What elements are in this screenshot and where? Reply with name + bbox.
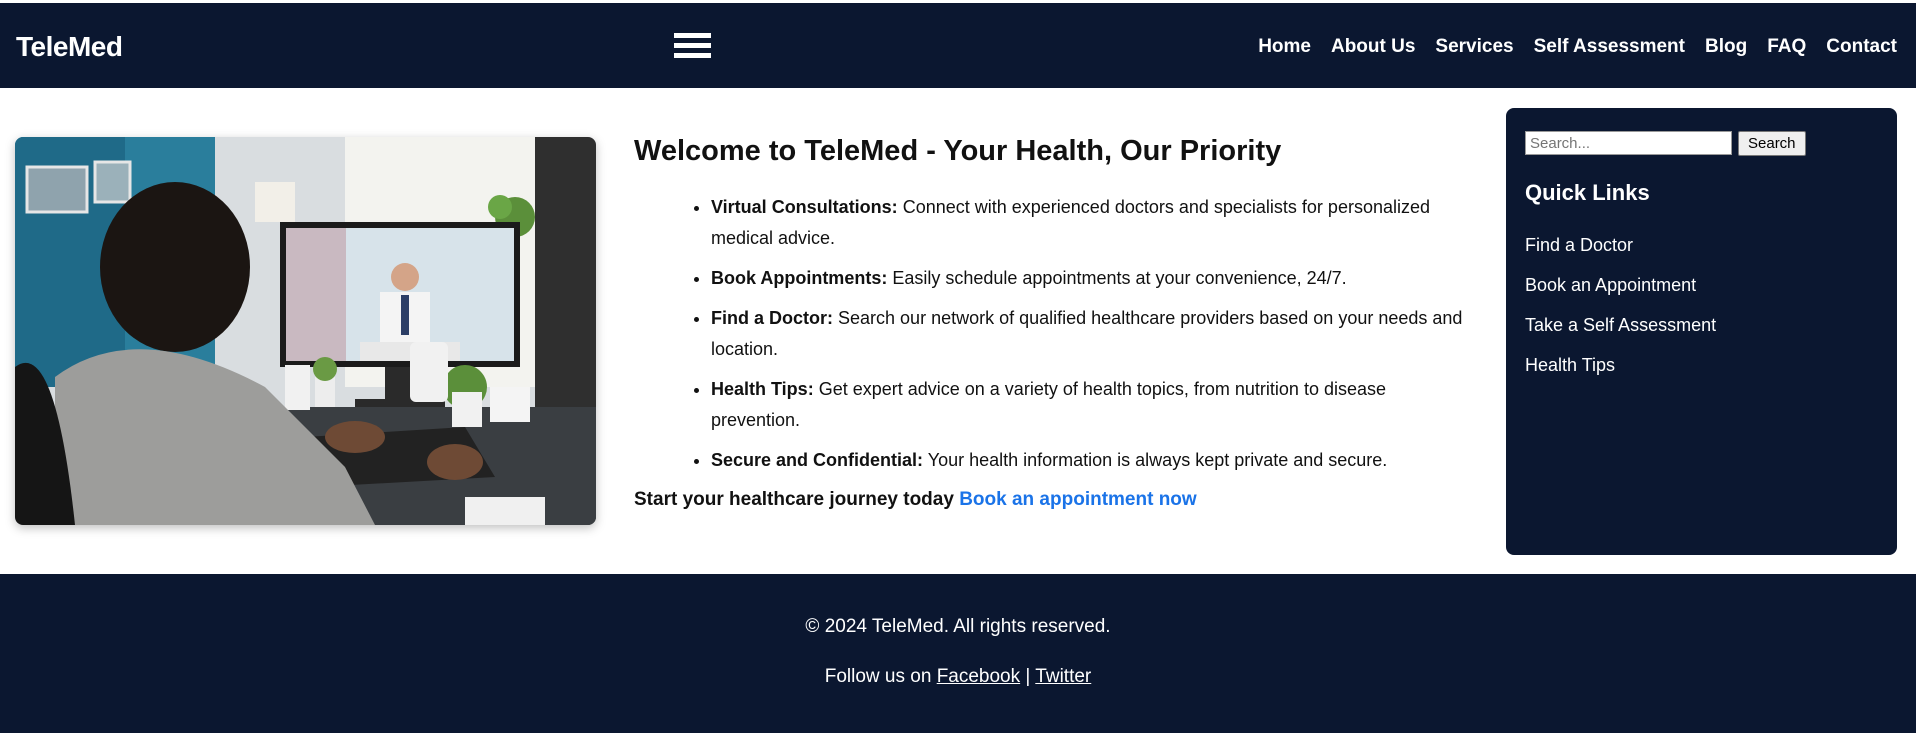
site-footer: © 2024 TeleMed. All rights reserved. Fol… <box>0 574 1916 733</box>
quick-link-self-assessment[interactable]: Take a Self Assessment <box>1525 315 1716 355</box>
nav-blog[interactable]: Blog <box>1705 36 1747 58</box>
feature-label: Book Appointments: <box>711 268 888 288</box>
cta-line: Start your healthcare journey today Book… <box>634 489 1474 511</box>
list-item: Find a Doctor: Search our network of qua… <box>711 303 1474 365</box>
search-button[interactable]: Search <box>1738 131 1806 156</box>
main-nav: Home About Us Services Self Assessment B… <box>1258 36 1897 58</box>
search-form: Search <box>1525 131 1806 156</box>
separator: | <box>1025 666 1031 687</box>
site-header: TeleMed Home About Us Services Self Asse… <box>0 3 1916 88</box>
feature-text: Easily schedule appointments at your con… <box>892 268 1347 288</box>
quick-links: Find a Doctor Book an Appointment Take a… <box>1525 235 1716 395</box>
feature-text: Your health information is always kept p… <box>927 450 1388 470</box>
cta-text: Start your healthcare journey today <box>634 489 954 510</box>
book-appointment-link[interactable]: Book an appointment now <box>959 489 1197 510</box>
twitter-link[interactable]: Twitter <box>1035 666 1091 687</box>
feature-label: Find a Doctor: <box>711 308 833 328</box>
sidebar: Search Quick Links Find a Doctor Book an… <box>1506 108 1897 555</box>
follow-text: Follow us on <box>824 666 932 687</box>
list-item: Health Tips: Get expert advice on a vari… <box>711 374 1474 436</box>
nav-contact[interactable]: Contact <box>1826 36 1897 58</box>
nav-services[interactable]: Services <box>1435 36 1513 58</box>
quick-link-health-tips[interactable]: Health Tips <box>1525 355 1716 395</box>
list-item: Secure and Confidential: Your health inf… <box>711 445 1474 476</box>
feature-label: Health Tips: <box>711 379 814 399</box>
hero-image <box>15 137 596 525</box>
menu-toggle-icon[interactable] <box>674 33 711 61</box>
feature-label: Secure and Confidential: <box>711 450 924 470</box>
page-title: Welcome to TeleMed - Your Health, Our Pr… <box>634 135 1282 167</box>
nav-about-us[interactable]: About Us <box>1331 36 1415 58</box>
feature-list: Virtual Consultations: Connect with expe… <box>634 192 1474 476</box>
search-input[interactable] <box>1525 131 1732 155</box>
nav-home[interactable]: Home <box>1258 36 1311 58</box>
list-item: Book Appointments: Easily schedule appoi… <box>711 263 1474 294</box>
social-links: Follow us on Facebook | Twitter <box>0 666 1916 688</box>
quick-links-title: Quick Links <box>1525 180 1650 205</box>
facebook-link[interactable]: Facebook <box>937 666 1020 687</box>
site-logo[interactable]: TeleMed <box>16 31 123 63</box>
nav-self-assessment[interactable]: Self Assessment <box>1534 36 1685 58</box>
quick-link-find-doctor[interactable]: Find a Doctor <box>1525 235 1716 275</box>
main-content: Welcome to TeleMed - Your Health, Our Pr… <box>634 135 1474 511</box>
quick-link-book-appointment[interactable]: Book an Appointment <box>1525 275 1716 315</box>
nav-faq[interactable]: FAQ <box>1767 36 1806 58</box>
list-item: Virtual Consultations: Connect with expe… <box>711 192 1474 254</box>
copyright: © 2024 TeleMed. All rights reserved. <box>805 616 1111 637</box>
feature-label: Virtual Consultations: <box>711 197 898 217</box>
